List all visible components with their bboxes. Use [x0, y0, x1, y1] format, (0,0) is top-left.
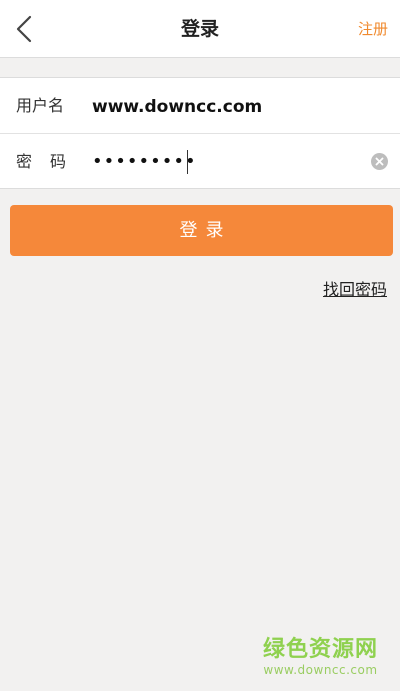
- password-row: 密码 •••••••••: [0, 134, 400, 189]
- header-bar: 登录 注册: [0, 0, 400, 58]
- back-button[interactable]: [10, 12, 40, 46]
- password-label: 密码: [16, 152, 85, 171]
- register-link[interactable]: 注册: [358, 0, 388, 58]
- page-title: 登录: [180, 18, 219, 40]
- watermark-url: www.downcc.com: [263, 663, 378, 677]
- username-row: 用户名 www.downcc.com: [0, 78, 400, 133]
- password-input[interactable]: •••••••••: [92, 134, 197, 189]
- clear-password-button[interactable]: [371, 153, 388, 170]
- login-button[interactable]: 登录: [10, 205, 393, 256]
- watermark-brand: 绿色资源网: [262, 637, 378, 662]
- login-screen: 登录 注册 用户名 www.downcc.com 密码 ••••••••• 登录…: [0, 0, 400, 691]
- login-form: 用户名 www.downcc.com 密码 •••••••••: [0, 77, 400, 189]
- chevron-left-icon: [16, 15, 32, 43]
- clear-circle-x-icon: [375, 157, 384, 166]
- watermark-logo: 绿色资源网 www.downcc.com: [263, 637, 378, 677]
- header-gap: [0, 58, 400, 77]
- text-caret: [187, 150, 188, 174]
- username-label: 用户名: [16, 96, 65, 115]
- find-password-link[interactable]: 找回密码: [323, 276, 387, 300]
- username-input[interactable]: www.downcc.com: [92, 78, 262, 133]
